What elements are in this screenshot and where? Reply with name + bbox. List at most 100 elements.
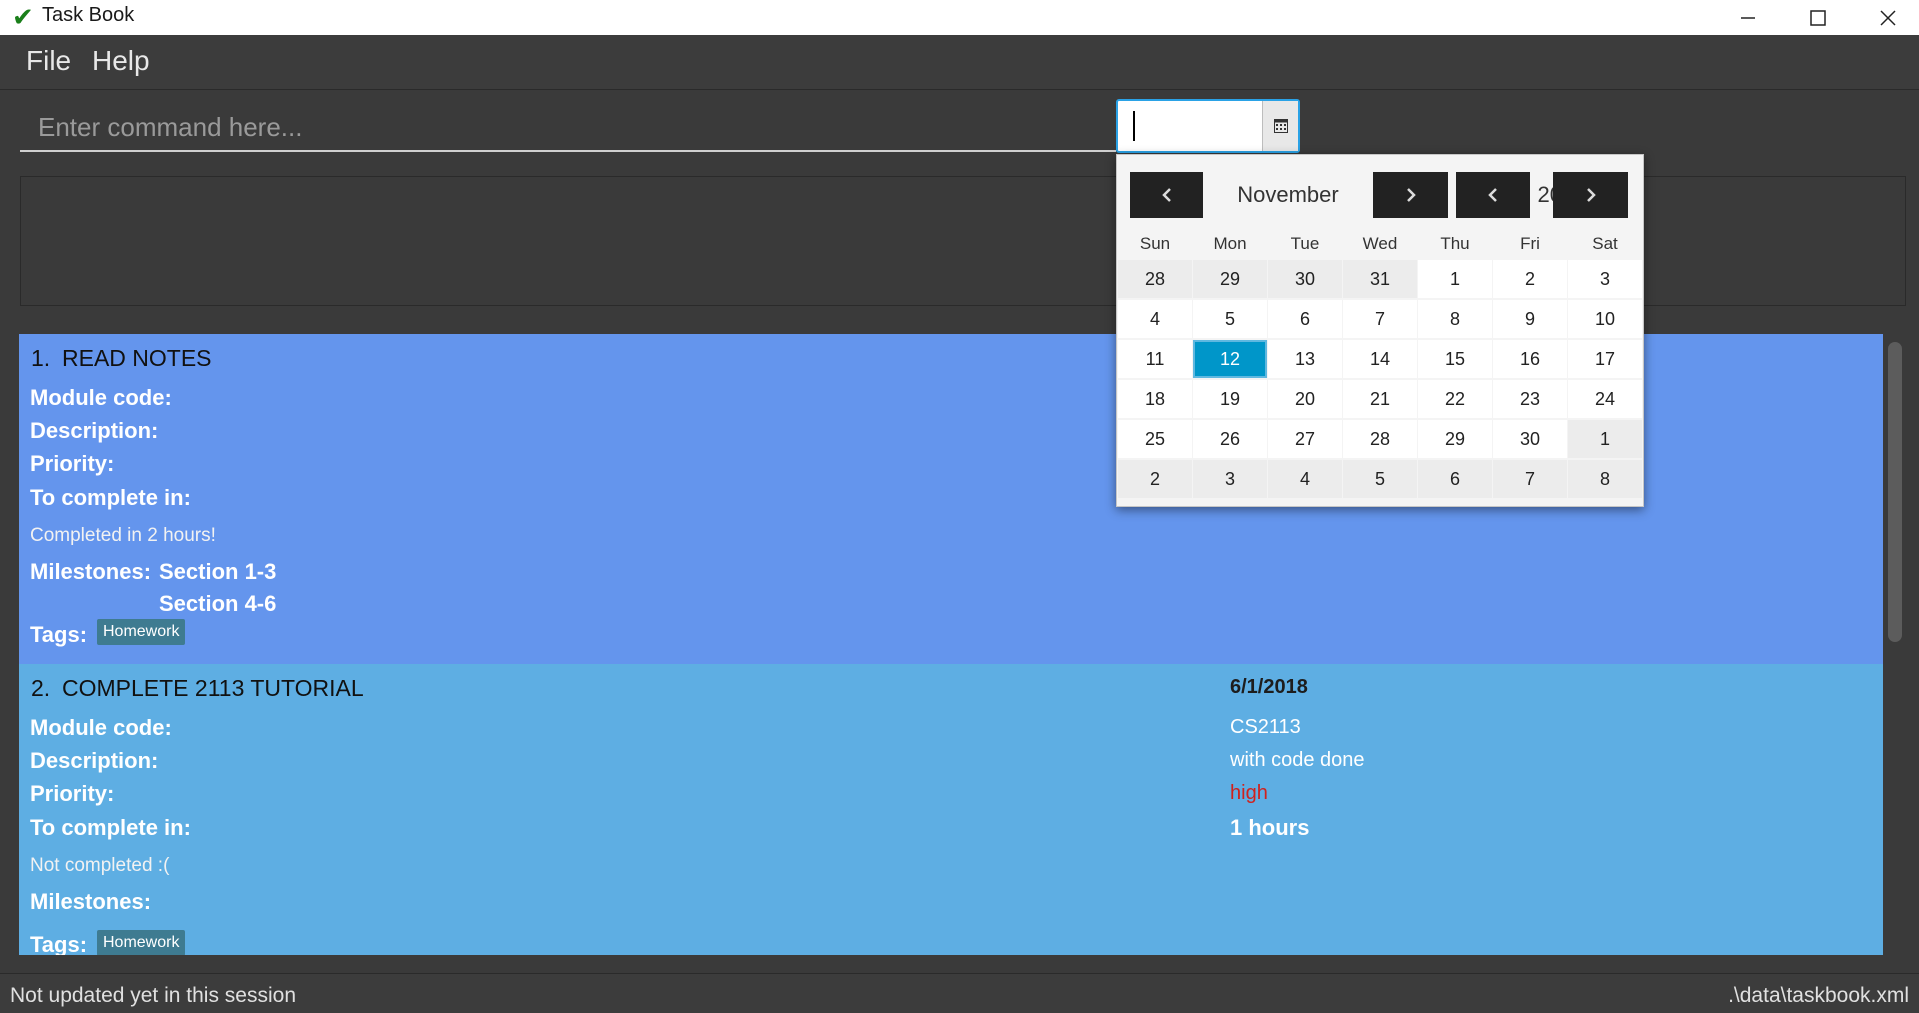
calendar-month: November bbox=[1237, 182, 1339, 207]
weekday-header: Fri bbox=[1520, 234, 1540, 253]
calendar-day[interactable]: 23 bbox=[1493, 380, 1567, 418]
calendar-day[interactable]: 1 bbox=[1568, 420, 1642, 458]
weekday-header: Thu bbox=[1440, 234, 1470, 253]
task-list-scrollbar[interactable] bbox=[1883, 334, 1906, 955]
calendar-day[interactable]: 14 bbox=[1343, 340, 1417, 378]
weekday-header: Mon bbox=[1213, 234, 1247, 253]
calendar-day[interactable]: 21 bbox=[1343, 380, 1417, 418]
calendar-day[interactable]: 3 bbox=[1193, 460, 1267, 498]
calendar-day-selected[interactable]: 12 bbox=[1193, 340, 1267, 378]
calendar-day[interactable]: 10 bbox=[1568, 300, 1642, 338]
close-icon[interactable] bbox=[1853, 0, 1919, 35]
weekday-header: Wed bbox=[1362, 234, 1398, 253]
tags-label: Tags: bbox=[30, 932, 88, 955]
task-card[interactable]: 2. COMPLETE 2113 TUTORIAL 6/1/2018 Modul… bbox=[19, 664, 1883, 955]
weekday-header: Sat bbox=[1592, 234, 1618, 253]
task-index: 2. bbox=[31, 675, 51, 701]
command-input[interactable] bbox=[20, 104, 1116, 152]
calendar-day[interactable]: 4 bbox=[1118, 300, 1192, 338]
calendar-day[interactable]: 1 bbox=[1418, 260, 1492, 298]
calendar-day[interactable]: 3 bbox=[1568, 260, 1642, 298]
calendar-day[interactable]: 30 bbox=[1268, 260, 1342, 298]
calendar-day[interactable]: 28 bbox=[1343, 420, 1417, 458]
text-cursor bbox=[1133, 111, 1135, 141]
calendar-day[interactable]: 7 bbox=[1493, 460, 1567, 498]
calendar-day[interactable]: 29 bbox=[1418, 420, 1492, 458]
priority-label: Priority: bbox=[30, 781, 115, 806]
module-code-label: Module code: bbox=[30, 385, 172, 410]
task-deadline: 6/1/2018 bbox=[1230, 676, 1308, 698]
module-code-label: Module code: bbox=[30, 715, 172, 740]
calendar-day[interactable]: 8 bbox=[1568, 460, 1642, 498]
calendar-day[interactable]: 6 bbox=[1418, 460, 1492, 498]
calendar-day[interactable]: 17 bbox=[1568, 340, 1642, 378]
calendar-day[interactable]: 30 bbox=[1493, 420, 1567, 458]
task-name: READ NOTES bbox=[62, 345, 212, 371]
calendar-day[interactable]: 27 bbox=[1268, 420, 1342, 458]
priority-value: high bbox=[1230, 782, 1268, 804]
calendar-day[interactable]: 16 bbox=[1493, 340, 1567, 378]
maximize-icon[interactable] bbox=[1783, 0, 1853, 35]
priority-label: Priority: bbox=[30, 451, 115, 476]
next-month-button[interactable] bbox=[1373, 172, 1448, 218]
milestone-item: Section 1-3 bbox=[159, 559, 277, 584]
calendar-day[interactable]: 2 bbox=[1118, 460, 1192, 498]
calendar-day[interactable]: 7 bbox=[1343, 300, 1417, 338]
menu-help[interactable]: Help bbox=[92, 45, 150, 77]
duration-value: 1 hours bbox=[1230, 815, 1310, 840]
calendar-popup: November 2018 SunMonTueWedThuFriSat28293… bbox=[1116, 154, 1644, 507]
calendar-day[interactable]: 9 bbox=[1493, 300, 1567, 338]
calendar-day[interactable]: 19 bbox=[1193, 380, 1267, 418]
calendar-day[interactable]: 24 bbox=[1568, 380, 1642, 418]
calendar-day[interactable]: 18 bbox=[1118, 380, 1192, 418]
calendar-day[interactable]: 13 bbox=[1268, 340, 1342, 378]
description-label: Description: bbox=[30, 418, 159, 443]
calendar-day[interactable]: 2 bbox=[1493, 260, 1567, 298]
milestones-label: Milestones: bbox=[30, 559, 152, 584]
weekday-header: Sun bbox=[1139, 234, 1171, 253]
prev-year-button[interactable] bbox=[1456, 172, 1530, 218]
calendar-day[interactable]: 15 bbox=[1418, 340, 1492, 378]
calendar-day[interactable]: 25 bbox=[1118, 420, 1192, 458]
completion-status: Completed in 2 hours! bbox=[30, 525, 216, 546]
prev-month-button[interactable] bbox=[1130, 172, 1203, 218]
calendar-grid: Sun Mon Tue Wed Thu Fri Sat 28 29 30 31 1 2 3 4 5 6 7 8 9 10… bbox=[1117, 230, 1645, 498]
date-picker-input[interactable] bbox=[1120, 103, 1261, 149]
sync-status: Not updated yet in this session bbox=[10, 984, 297, 1007]
tags-label: Tags: bbox=[30, 622, 88, 647]
calendar-day[interactable]: 28 bbox=[1118, 260, 1192, 298]
status-bar: Not updated yet in this session .\data\t… bbox=[0, 973, 1919, 1013]
calendar-icon[interactable] bbox=[1262, 101, 1298, 151]
calendar-day[interactable]: 8 bbox=[1418, 300, 1492, 338]
description-value: with code done bbox=[1230, 749, 1365, 771]
calendar-day[interactable]: 5 bbox=[1193, 300, 1267, 338]
tag-badge: Homework bbox=[97, 930, 186, 955]
calendar-day[interactable]: 22 bbox=[1418, 380, 1492, 418]
milestone-item: Section 4-6 bbox=[159, 591, 277, 616]
to-complete-label: To complete in: bbox=[30, 815, 191, 840]
task-name: COMPLETE 2113 TUTORIAL bbox=[62, 675, 364, 701]
module-code-value: CS2113 bbox=[1230, 716, 1301, 738]
weekday-header: Tue bbox=[1290, 234, 1320, 253]
save-location: .\data\taskbook.xml bbox=[1728, 984, 1909, 1007]
next-year-button[interactable] bbox=[1553, 172, 1628, 218]
calendar-day[interactable]: 20 bbox=[1268, 380, 1342, 418]
calendar-day[interactable]: 31 bbox=[1343, 260, 1417, 298]
menu-bar: File Help bbox=[0, 35, 1919, 90]
app-check-icon: ✔ bbox=[12, 3, 34, 33]
calendar-day[interactable]: 5 bbox=[1343, 460, 1417, 498]
scrollbar-thumb[interactable] bbox=[1888, 342, 1902, 642]
window-title: Task Book bbox=[42, 4, 135, 26]
tag-badge: Homework bbox=[97, 619, 186, 645]
calendar-day[interactable]: 26 bbox=[1193, 420, 1267, 458]
milestones-label: Milestones: bbox=[30, 889, 152, 914]
calendar-day[interactable]: 6 bbox=[1268, 300, 1342, 338]
calendar-day[interactable]: 11 bbox=[1118, 340, 1192, 378]
calendar-day[interactable]: 4 bbox=[1268, 460, 1342, 498]
window-titlebar: ✔ Task Book bbox=[0, 0, 1919, 35]
date-picker[interactable] bbox=[1116, 99, 1300, 153]
minimize-icon[interactable] bbox=[1713, 0, 1783, 35]
to-complete-label: To complete in: bbox=[30, 485, 191, 510]
menu-file[interactable]: File bbox=[26, 45, 71, 77]
calendar-day[interactable]: 29 bbox=[1193, 260, 1267, 298]
